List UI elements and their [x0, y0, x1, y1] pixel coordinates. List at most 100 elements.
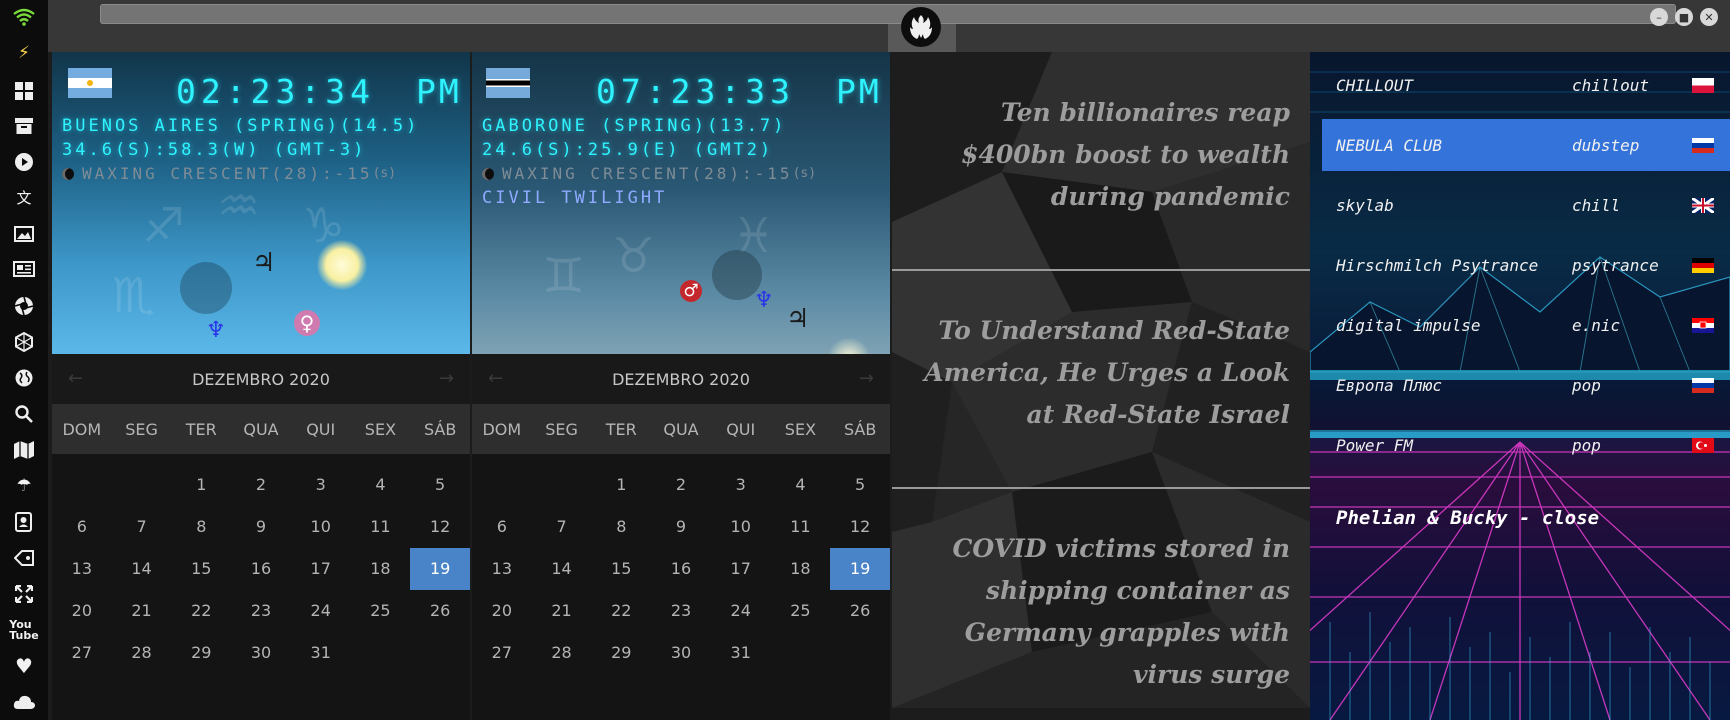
calendar-day[interactable]: 28 — [112, 632, 172, 674]
hexagon-icon[interactable] — [12, 330, 36, 354]
radio-station-item[interactable]: digital impulse e.nic — [1322, 299, 1730, 351]
windows-icon[interactable] — [12, 79, 36, 103]
calendar-day[interactable]: 16 — [651, 548, 711, 590]
calendar-day[interactable]: 15 — [591, 548, 651, 590]
calendar-day[interactable]: 18 — [771, 548, 831, 590]
calendar-day[interactable]: 30 — [231, 632, 291, 674]
radio-station-item[interactable]: Европа Плюс pop — [1322, 359, 1730, 411]
calendar-day[interactable]: 11 — [351, 506, 411, 548]
globe-icon[interactable] — [12, 366, 36, 390]
calendar-day[interactable]: 23 — [231, 590, 291, 632]
calendar-day-selected[interactable]: 19 — [830, 548, 890, 590]
calendar-day[interactable]: 27 — [472, 632, 532, 674]
calendar-day[interactable]: 10 — [711, 506, 771, 548]
calendar-day[interactable]: 5 — [410, 464, 470, 506]
headline-1[interactable]: Ten billionaires reap $400bn boost to we… — [910, 92, 1290, 218]
translate-icon[interactable]: 文 — [12, 186, 36, 210]
calendar-day[interactable]: 25 — [351, 590, 411, 632]
aperture-icon[interactable] — [12, 294, 36, 318]
calendar-day[interactable]: 31 — [291, 632, 351, 674]
calendar-day[interactable]: 13 — [52, 548, 112, 590]
calendar-day[interactable]: 1 — [591, 464, 651, 506]
maximize-button[interactable]: ■ — [1675, 8, 1693, 26]
calendar-day[interactable]: 21 — [532, 590, 592, 632]
close-button[interactable]: ✕ — [1700, 8, 1718, 26]
calendar-day[interactable]: 4 — [351, 464, 411, 506]
calendar-day[interactable]: 1 — [171, 464, 231, 506]
calendar-day[interactable]: 25 — [771, 590, 831, 632]
calendar-day[interactable]: 11 — [771, 506, 831, 548]
calendar-day[interactable]: 8 — [171, 506, 231, 548]
address-bar[interactable] — [100, 4, 1676, 24]
calendar-day[interactable]: 24 — [291, 590, 351, 632]
umbrella-icon[interactable]: ☂ — [12, 474, 36, 498]
next-month-arrow-icon[interactable]: → — [859, 368, 874, 389]
youtube-icon[interactable]: You Tube — [9, 618, 38, 642]
calendar-day[interactable]: 12 — [410, 506, 470, 548]
calendar-day[interactable]: 18 — [351, 548, 411, 590]
calendar-day[interactable]: 12 — [830, 506, 890, 548]
calendar-day[interactable]: 17 — [711, 548, 771, 590]
calendar-day[interactable]: 26 — [410, 590, 470, 632]
prev-month-arrow-icon[interactable]: ← — [68, 368, 83, 389]
minimize-button[interactable]: – — [1650, 8, 1668, 26]
calendar-day[interactable]: 13 — [472, 548, 532, 590]
rebel-alliance-logo-icon[interactable] — [901, 7, 941, 47]
contacts-icon[interactable] — [12, 510, 36, 534]
calendar-day[interactable]: 28 — [532, 632, 592, 674]
radio-station-item[interactable]: CHILLOUT chillout — [1322, 59, 1730, 111]
calendar-day[interactable]: 16 — [231, 548, 291, 590]
calendar-day[interactable]: 2 — [651, 464, 711, 506]
calendar-day[interactable]: 3 — [711, 464, 771, 506]
calendar-day[interactable]: 17 — [291, 548, 351, 590]
radio-station-item-selected[interactable]: NEBULA CLUB dubstep — [1322, 119, 1730, 171]
calendar-day[interactable]: 9 — [651, 506, 711, 548]
calendar-day[interactable]: 31 — [711, 632, 771, 674]
calendar-day[interactable]: 14 — [532, 548, 592, 590]
radio-station-item[interactable]: Hirschmilch Psytrance psytrance — [1322, 239, 1730, 291]
play-icon[interactable] — [12, 150, 36, 174]
prev-month-arrow-icon[interactable]: ← — [488, 368, 503, 389]
calendar-day[interactable]: 20 — [52, 590, 112, 632]
calendar-day[interactable]: 26 — [830, 590, 890, 632]
search-icon[interactable] — [12, 402, 36, 426]
calendar-day[interactable]: 22 — [171, 590, 231, 632]
calendar-day[interactable]: 14 — [112, 548, 172, 590]
calendar-day[interactable]: 22 — [591, 590, 651, 632]
calendar-day[interactable]: 21 — [112, 590, 172, 632]
calendar-day[interactable]: 7 — [112, 506, 172, 548]
calendar-day[interactable]: 10 — [291, 506, 351, 548]
image-icon[interactable] — [12, 222, 36, 246]
archive-icon[interactable] — [12, 114, 36, 138]
calendar-day[interactable]: 3 — [291, 464, 351, 506]
calendar-day[interactable]: 4 — [771, 464, 831, 506]
tag-icon[interactable] — [12, 546, 36, 570]
lightning-icon[interactable]: ⚡ — [12, 41, 36, 65]
headline-3[interactable]: COVID victims stored in shipping contain… — [910, 528, 1290, 696]
calendar-day-selected[interactable]: 19 — [410, 548, 470, 590]
calendar-day[interactable]: 24 — [711, 590, 771, 632]
calendar-day[interactable]: 27 — [52, 632, 112, 674]
calendar-day[interactable]: 8 — [591, 506, 651, 548]
calendar-day[interactable]: 29 — [171, 632, 231, 674]
calendar-day[interactable]: 9 — [231, 506, 291, 548]
newspaper-icon[interactable] — [12, 257, 36, 281]
wifi-icon[interactable] — [12, 5, 36, 29]
calendar-day[interactable]: 15 — [171, 548, 231, 590]
calendar-day[interactable]: 6 — [52, 506, 112, 548]
calendar-day[interactable]: 20 — [472, 590, 532, 632]
calendar-day[interactable]: 5 — [830, 464, 890, 506]
radio-station-item[interactable]: skylab chill — [1322, 179, 1730, 231]
calendar-day[interactable]: 2 — [231, 464, 291, 506]
fullscreen-icon[interactable] — [12, 582, 36, 606]
radio-station-item[interactable]: Power FM pop — [1322, 419, 1730, 471]
next-month-arrow-icon[interactable]: → — [439, 368, 454, 389]
calendar-day[interactable]: 30 — [651, 632, 711, 674]
cloud-icon[interactable] — [12, 690, 36, 714]
heart-icon[interactable]: ♥ — [12, 654, 36, 678]
headline-2[interactable]: To Understand Red-State America, He Urge… — [910, 310, 1290, 436]
calendar-day[interactable]: 6 — [472, 506, 532, 548]
calendar-day[interactable]: 29 — [591, 632, 651, 674]
calendar-day[interactable]: 23 — [651, 590, 711, 632]
map-icon[interactable] — [12, 438, 36, 462]
